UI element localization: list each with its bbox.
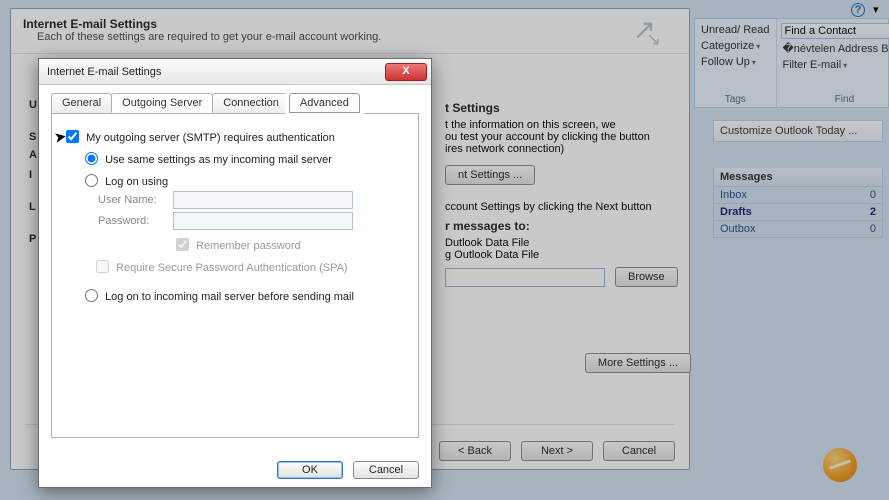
outgoing-server-tab-body: My outgoing server (SMTP) requires authe… xyxy=(51,113,419,438)
log-on-using-label: Log on using xyxy=(105,176,168,188)
messages-row-inbox[interactable]: Inbox 0 xyxy=(713,187,883,204)
brand-logo-icon xyxy=(823,448,857,482)
cancel-button[interactable]: Cancel xyxy=(353,461,419,479)
password-label: Password: xyxy=(98,215,170,227)
remember-password-checkbox xyxy=(176,238,189,251)
test-settings-heading: t Settings xyxy=(445,101,691,115)
cancel-button[interactable]: Cancel xyxy=(603,441,675,461)
left-clipped-labels: U S A I L P xyxy=(29,99,37,245)
categorize-button[interactable]: Categorize xyxy=(699,39,772,53)
window-corner-icons: ? ▾ xyxy=(851,3,887,17)
ribbon-group-label-tags: Tags xyxy=(699,94,772,107)
messages-row-label: Outbox xyxy=(720,223,755,235)
wizard-header: Internet E-mail Settings Each of these s… xyxy=(11,9,689,54)
wizard-right-panel: t Settings t the information on this scr… xyxy=(445,101,691,373)
messages-row-outbox[interactable]: Outbox 0 xyxy=(713,221,883,238)
use-same-settings-radio[interactable] xyxy=(85,152,98,165)
user-name-input xyxy=(173,191,353,209)
ribbon-group-find: Find a Contact �névtelen Address Book Fi… xyxy=(777,19,889,107)
remember-password-label: Remember password xyxy=(196,240,301,252)
wizard-footer: < Back Next > Cancel xyxy=(439,441,675,461)
tab-outgoing-server[interactable]: Outgoing Server xyxy=(111,93,213,113)
ribbon-group-label-find: Find xyxy=(781,94,889,107)
deliver-option: g Outlook Data File xyxy=(445,249,691,261)
test-settings-line: ires network connection) xyxy=(445,143,691,155)
ribbon-right: Unread/ Read Categorize Follow Up Tags F… xyxy=(694,18,889,108)
wizard-subtitle: Each of these settings are required to g… xyxy=(37,31,677,43)
messages-row-count: 0 xyxy=(870,189,876,201)
password-input xyxy=(173,212,353,230)
find-contact-field[interactable]: Find a Contact xyxy=(781,23,889,39)
tab-advanced[interactable]: Advanced xyxy=(289,93,360,113)
deliver-option: Dutlook Data File xyxy=(445,237,691,249)
test-account-settings-button[interactable]: nt Settings ... xyxy=(445,165,535,185)
follow-up-button[interactable]: Follow Up xyxy=(699,55,772,69)
messages-row-drafts[interactable]: Drafts 2 xyxy=(713,204,883,221)
filter-email-button[interactable]: Filter E-mail xyxy=(781,58,889,72)
customize-outlook-today-link[interactable]: Customize Outlook Today ... xyxy=(713,120,883,142)
log-on-incoming-label: Log on to incoming mail server before se… xyxy=(105,291,354,303)
require-spa-label: Require Secure Password Authentication (… xyxy=(116,262,348,274)
data-file-path-input[interactable] xyxy=(445,268,605,287)
back-button[interactable]: < Back xyxy=(439,441,511,461)
tab-connection[interactable]: Connection xyxy=(212,93,290,113)
dialog-tab-strip: General Outgoing Server Connection Advan… xyxy=(51,93,423,113)
dialog-footer: OK Cancel xyxy=(277,461,419,479)
next-button[interactable]: Next > xyxy=(521,441,593,461)
messages-row-label: Inbox xyxy=(720,189,747,201)
messages-row-count: 0 xyxy=(870,223,876,235)
test-settings-line: ou test your account by clicking the but… xyxy=(445,131,691,143)
wizard-arrow-icon: ↗↘ xyxy=(632,19,671,44)
test-settings-line: t the information on this screen, we xyxy=(445,119,691,131)
browse-button[interactable]: Browse xyxy=(615,267,678,287)
require-spa-checkbox xyxy=(96,260,109,273)
wizard-title: Internet E-mail Settings xyxy=(23,17,677,31)
log-on-using-radio[interactable] xyxy=(85,174,98,187)
ribbon-group-tags: Unread/ Read Categorize Follow Up Tags xyxy=(695,19,777,107)
ok-button[interactable]: OK xyxy=(277,461,343,479)
help-icon[interactable]: ? xyxy=(851,3,865,17)
messages-row-label: Drafts xyxy=(720,206,752,218)
tab-general[interactable]: General xyxy=(51,93,112,113)
messages-row-count: 2 xyxy=(870,206,876,218)
more-settings-button[interactable]: More Settings ... xyxy=(585,353,691,373)
internet-email-settings-dialog: Internet E-mail Settings X General Outgo… xyxy=(38,58,432,488)
chevron-icon[interactable]: ▾ xyxy=(873,3,887,17)
messages-header: Messages xyxy=(713,168,883,187)
log-on-incoming-radio[interactable] xyxy=(85,289,98,302)
close-button[interactable]: X xyxy=(385,63,427,81)
use-same-settings-label: Use same settings as my incoming mail se… xyxy=(105,154,332,166)
unread-read-button[interactable]: Unread/ Read xyxy=(699,23,772,37)
cursor-icon: ➤ xyxy=(53,127,69,147)
dialog-titlebar[interactable]: Internet E-mail Settings X xyxy=(39,59,431,85)
test-next-line: ccount Settings by clicking the Next but… xyxy=(445,201,691,213)
smtp-auth-label: My outgoing server (SMTP) requires authe… xyxy=(86,132,335,144)
address-book-button[interactable]: �névtelen Address Book xyxy=(781,41,889,56)
deliver-heading: r messages to: xyxy=(445,219,691,233)
user-name-label: User Name: xyxy=(98,194,170,206)
outlook-today-pane: Customize Outlook Today ... Messages Inb… xyxy=(713,120,883,238)
dialog-title: Internet E-mail Settings xyxy=(47,66,161,78)
